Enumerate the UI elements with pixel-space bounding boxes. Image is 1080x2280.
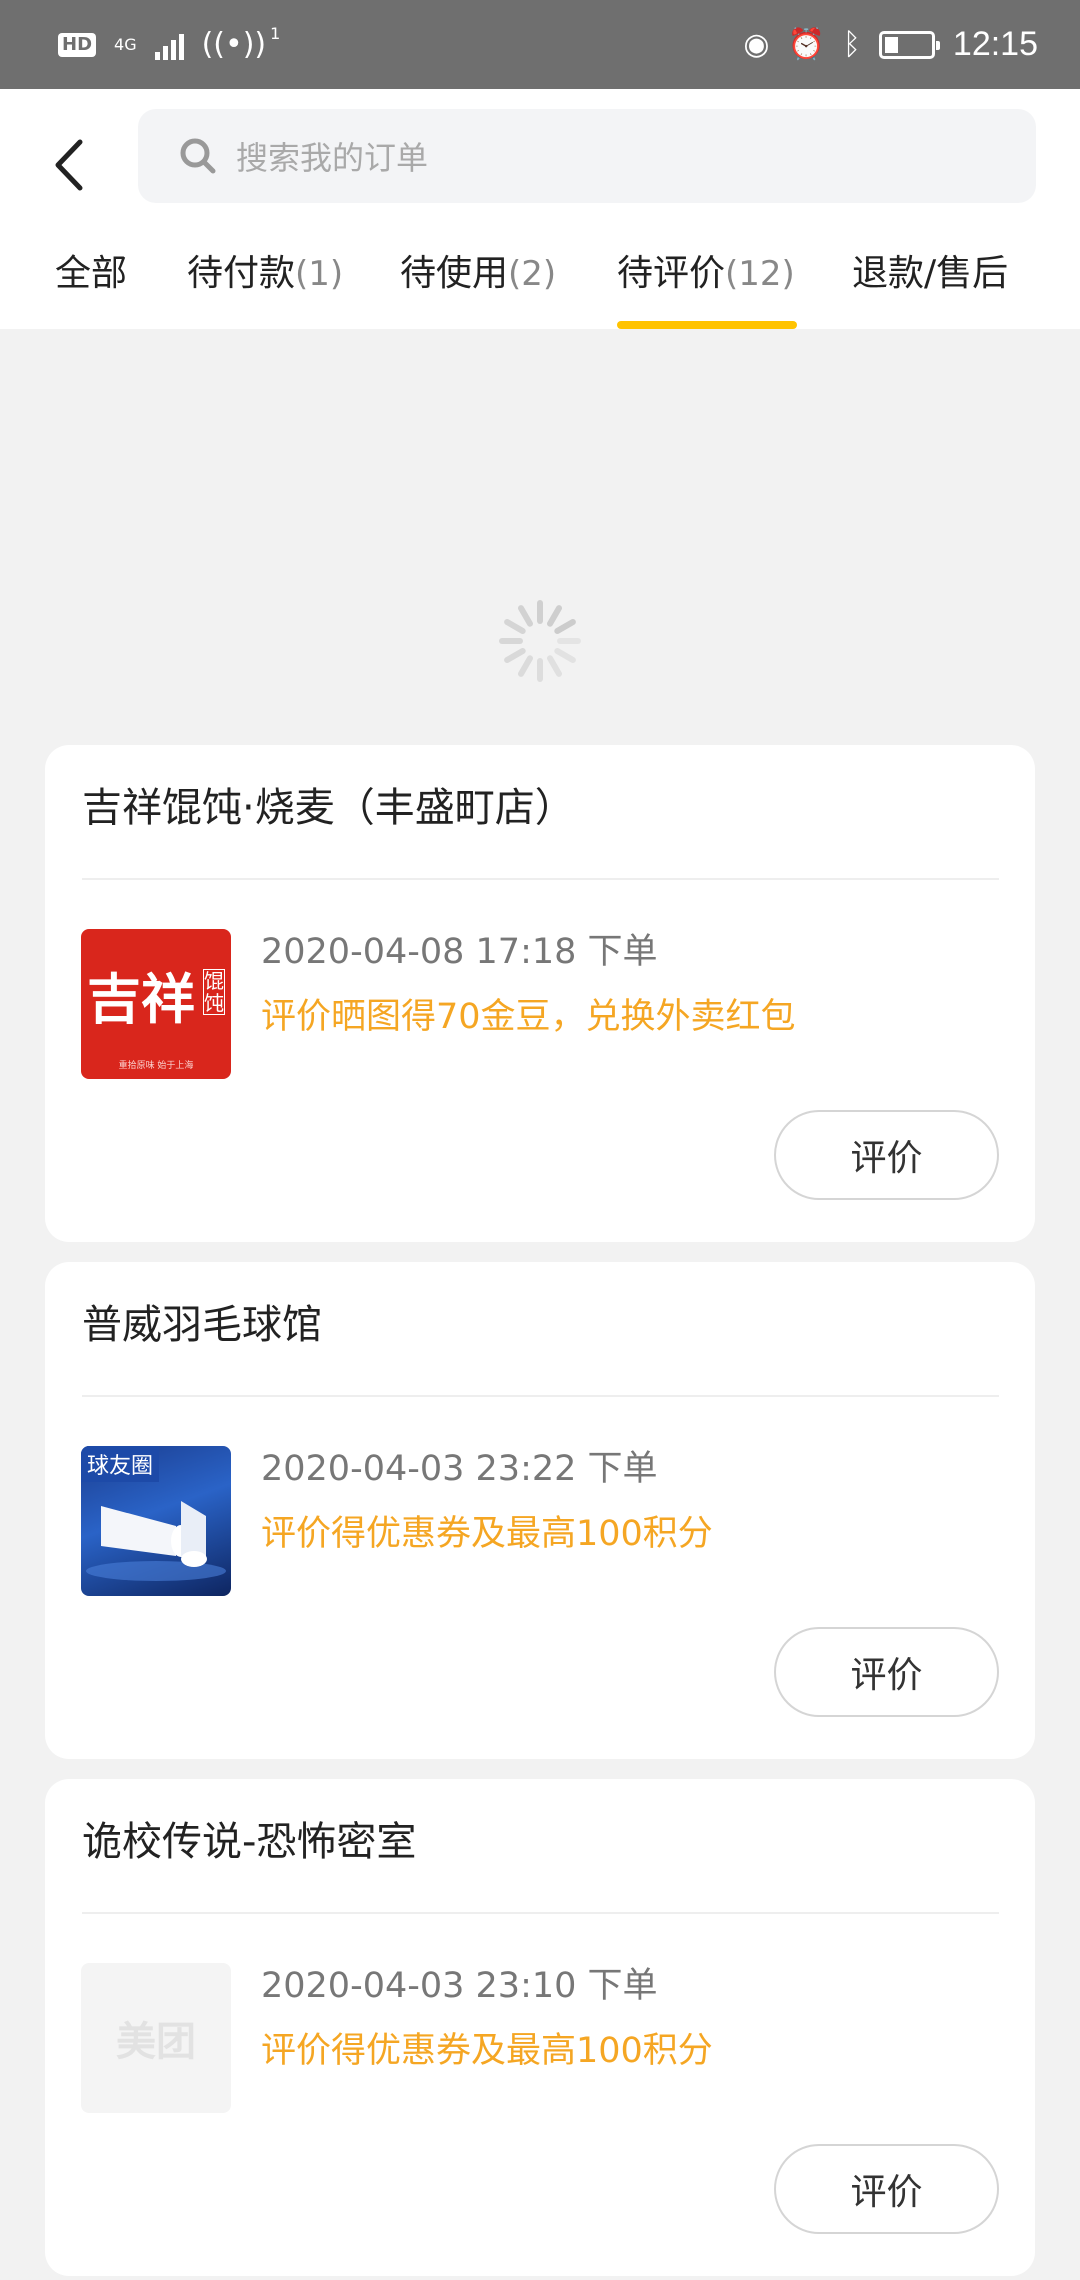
divider: [82, 878, 999, 880]
hd-indicator: HD: [58, 32, 97, 57]
shop-name[interactable]: 诡校传说-恐怖密室: [82, 1809, 416, 1867]
spinner-ray: [547, 605, 562, 627]
review-promo: 评价得优惠券及最高100积分: [261, 1514, 713, 1554]
chevron-left-icon: [55, 139, 83, 191]
back-button[interactable]: [50, 125, 90, 205]
spinner-ray: [518, 655, 533, 677]
spinner-ray: [504, 648, 526, 663]
review-promo: 评价得优惠券及最高100积分: [261, 2031, 713, 2071]
tab-label: 待付款: [187, 253, 296, 294]
spinner-ray: [504, 619, 526, 634]
spinner-ray: [554, 619, 576, 634]
battery-level: [884, 36, 898, 53]
hotspot-icon: ((•)): [201, 26, 267, 62]
battery-icon: [878, 30, 940, 59]
clock: 12:15: [952, 25, 1038, 63]
tab-refund[interactable]: 退款/售后: [852, 244, 1008, 296]
thumb-tagline: 重拾原味 始于上海: [118, 1061, 194, 1071]
review-button[interactable]: 评价: [774, 1110, 999, 1200]
network-indicator: 4G: [114, 34, 137, 54]
tab-count: (2): [508, 254, 557, 294]
order-time: 2020-04-08 17:18 下单: [261, 932, 658, 972]
shuttlecock-icon: [86, 1501, 226, 1581]
active-tab-indicator: [617, 321, 797, 329]
tab-label: 全部: [55, 253, 128, 294]
review-button[interactable]: 评价: [774, 1627, 999, 1717]
spinner-ray: [554, 648, 576, 663]
order-card[interactable]: 吉祥馄饨·烧麦（丰盛町店） 吉祥 馄饨 重拾原味 始于上海 2020-04-08…: [45, 745, 1035, 1242]
shop-name[interactable]: 吉祥馄饨·烧麦（丰盛町店）: [82, 775, 575, 833]
thumb-side-text: 馄饨: [203, 969, 225, 1015]
shop-name[interactable]: 普威羽毛球馆: [82, 1292, 322, 1350]
review-button[interactable]: 评价: [774, 2144, 999, 2234]
spinner-ray: [518, 605, 533, 627]
order-time: 2020-04-03 23:10 下单: [261, 1966, 658, 2006]
shop-thumbnail[interactable]: 吉祥 馄饨 重拾原味 始于上海: [81, 929, 231, 1079]
thumb-brand: 吉祥: [87, 967, 195, 1031]
eye-icon: ◉: [743, 26, 770, 62]
order-card[interactable]: 普威羽毛球馆 球友圈 2020-04-03 23:22 下单 评价得优惠券及最高…: [45, 1262, 1035, 1759]
sim-index: 1: [270, 23, 281, 43]
order-card[interactable]: 诡校传说-恐怖密室 美团 2020-04-03 23:10 下单 评价得优惠券及…: [45, 1779, 1035, 2276]
divider: [82, 1912, 999, 1914]
loading-spinner-icon: [499, 600, 581, 682]
search-bar[interactable]: 搜索我的订单: [138, 109, 1036, 203]
shop-thumbnail-placeholder[interactable]: 美团: [81, 1963, 231, 2113]
header: 搜索我的订单 全部 待付款(1) 待使用(2) 待评价(12) 退款/售后: [0, 89, 1080, 329]
alarm-icon: ⏰: [787, 26, 825, 62]
search-icon: [180, 138, 216, 174]
signal-icon: [154, 30, 184, 60]
status-right: ◉ ⏰ ᛒ 12:15: [743, 25, 1038, 64]
tab-label: 退款/售后: [852, 253, 1009, 294]
thumb-brand: 美团: [116, 2019, 196, 2065]
status-left: HD 4G ((•)) 1: [58, 25, 280, 62]
bluetooth-icon: ᛒ: [842, 26, 861, 62]
network-type: 4G: [114, 34, 137, 54]
review-promo: 评价晒图得70金豆，兑换外卖红包: [261, 997, 796, 1037]
tab-count: (12): [725, 254, 795, 294]
search-input[interactable]: 搜索我的订单: [236, 133, 428, 179]
tab-pending-use[interactable]: 待使用(2): [400, 244, 556, 296]
tab-bar: 全部 待付款(1) 待使用(2) 待评价(12) 退款/售后: [0, 244, 1080, 329]
tab-pending-review[interactable]: 待评价(12): [617, 244, 795, 296]
shop-thumbnail[interactable]: 球友圈: [81, 1446, 231, 1596]
tab-all[interactable]: 全部: [55, 244, 127, 296]
spinner-ray: [547, 655, 562, 677]
divider: [82, 1395, 999, 1397]
order-time: 2020-04-03 23:22 下单: [261, 1449, 658, 1489]
tab-pending-payment[interactable]: 待付款(1): [187, 244, 343, 296]
tab-label: 待评价: [617, 253, 726, 294]
tab-label: 待使用: [400, 253, 509, 294]
status-bar: HD 4G ((•)) 1 ◉ ⏰ ᛒ 12:15: [0, 0, 1080, 89]
tab-count: (1): [295, 254, 344, 294]
